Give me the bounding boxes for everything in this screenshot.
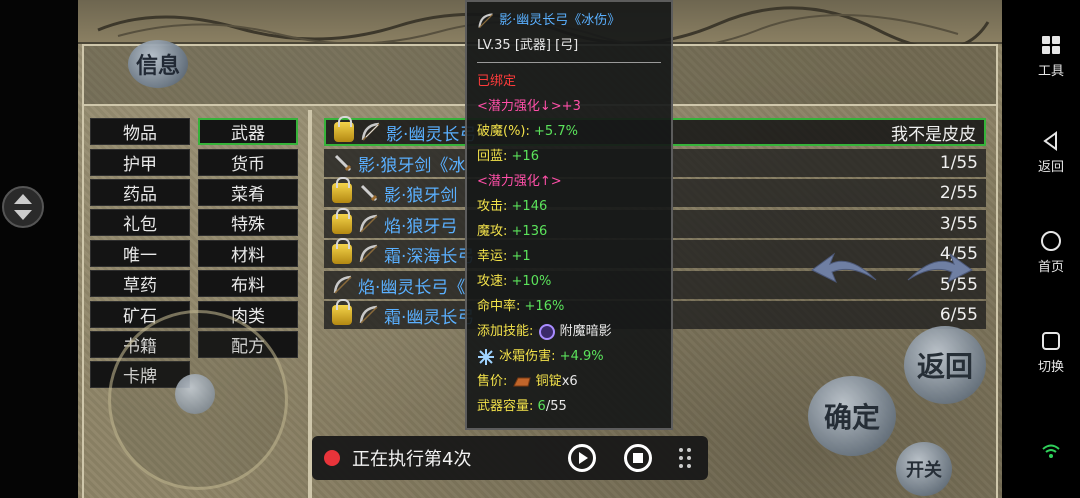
tooltip-level: LV.35 [武器] [弓]: [477, 38, 579, 53]
tooltip-bound: 已绑定: [477, 74, 517, 89]
system-nav-bar: 工具 返回 首页 切换: [1022, 0, 1080, 498]
tooltip-title-row: 影·幽灵长弓《冰伤》: [477, 8, 661, 33]
back-button[interactable]: 返回: [904, 326, 986, 404]
stat-added-skill: 添加技能: 附魔暗影: [477, 323, 612, 340]
toggle-button[interactable]: 开关: [896, 442, 952, 496]
recording-dot-icon: [324, 450, 340, 466]
stat-luck: 幸运: +1: [477, 249, 531, 264]
category-item[interactable]: 草药: [90, 270, 190, 297]
joystick-knob[interactable]: [175, 374, 215, 414]
tooltip-divider: [477, 62, 661, 63]
confirm-button[interactable]: 确定: [808, 376, 896, 456]
nav-home-button[interactable]: 首页: [1022, 230, 1080, 275]
category-item[interactable]: 货币: [198, 149, 298, 176]
play-icon: [579, 452, 588, 464]
item-name: 霜·幽灵长弓: [384, 307, 475, 328]
stop-icon: [633, 453, 643, 463]
shadow-enchant-icon: [538, 323, 555, 340]
next-page-arrow-icon[interactable]: [904, 250, 974, 290]
category-item[interactable]: 物品: [90, 118, 190, 145]
tooltip-potential-down: <潜力强化↓>+3: [477, 99, 581, 114]
lock-icon: [332, 208, 352, 234]
lock-icon: [332, 177, 352, 203]
macro-recorder-bar: 正在执行第4次: [312, 436, 708, 480]
back-label: 返回: [1037, 160, 1064, 175]
home-circle-icon: [1040, 230, 1062, 252]
tooltip-price: 售价: 铜锭x6: [477, 374, 578, 389]
stop-button[interactable]: [624, 444, 652, 472]
tooltip-potential-up: <潜力强化↑>: [477, 174, 562, 189]
tooltip-title: 影·幽灵长弓《冰伤》: [499, 13, 621, 28]
prev-page-arrow-icon[interactable]: [810, 250, 880, 290]
item-name: 焰·幽灵长弓《: [358, 277, 466, 298]
item-name: 焰·狼牙弓: [384, 216, 458, 237]
play-button[interactable]: [568, 444, 596, 472]
stat-hit-rate: 命中率: +16%: [477, 299, 565, 314]
tooltip-capacity: 武器容量: 6/55: [477, 399, 567, 414]
recent-square-icon: [1040, 330, 1062, 352]
stat-mana-regen: 回蓝: +16: [477, 149, 539, 164]
item-count: 3/55: [939, 214, 978, 234]
item-count: 1/55: [939, 153, 978, 173]
home-label: 首页: [1037, 260, 1064, 275]
item-count: 6/55: [939, 305, 978, 325]
copper-ingot-icon: [512, 377, 531, 386]
item-name: 影·狼牙剑《冰: [358, 155, 466, 176]
item-count: 我不是皮皮: [891, 124, 976, 145]
stat-frost-damage: 冰霜伤害: +4.9%: [477, 344, 661, 369]
snowflake-icon: [478, 348, 494, 365]
item-name: 影·狼牙剑: [384, 185, 458, 206]
stat-attack: 攻击: +146: [477, 199, 548, 214]
bow-icon: [361, 122, 380, 141]
wifi-status: [1022, 440, 1080, 466]
item-count: 2/55: [939, 183, 978, 203]
screen: 信息 物品 武器 护甲 货币 药品 菜肴 礼包 特殊 唯一 材料 草药 布料 矿…: [0, 0, 1080, 498]
info-button[interactable]: 信息: [128, 40, 188, 88]
stat-break-magic: 破魔(%): +5.7%: [477, 124, 578, 139]
item-tooltip: 影·幽灵长弓《冰伤》 LV.35 [武器] [弓] 已绑定 <潜力强化↓>+3 …: [465, 0, 673, 430]
up-down-icon: [14, 194, 32, 220]
lock-icon: [334, 116, 354, 142]
category-item[interactable]: 药品: [90, 179, 190, 206]
item-name: 霜·深海长弓: [384, 246, 475, 267]
category-item[interactable]: 菜肴: [198, 179, 298, 206]
bow-icon: [333, 275, 352, 294]
wifi-icon: [1040, 440, 1062, 462]
stat-attack-speed: 攻速: +10%: [477, 274, 552, 289]
tools-label: 工具: [1037, 64, 1064, 79]
item-name: 影·幽灵长弓: [386, 124, 477, 145]
tools-button[interactable]: 工具: [1022, 34, 1080, 79]
floating-scroll-handle[interactable]: [2, 186, 44, 228]
lock-icon: [332, 238, 352, 264]
category-item[interactable]: 护甲: [90, 149, 190, 176]
back-triangle-icon: [1040, 130, 1062, 152]
sword-icon: [360, 184, 378, 202]
category-item-selected[interactable]: 武器: [198, 118, 298, 145]
category-item[interactable]: 礼包: [90, 209, 190, 236]
category-item[interactable]: 特殊: [198, 209, 298, 236]
recorder-status: 正在执行第4次: [352, 449, 472, 470]
stat-magic-attack: 魔攻: +136: [477, 224, 548, 239]
category-item[interactable]: 材料: [198, 240, 298, 267]
bow-icon: [359, 214, 378, 233]
lock-icon: [332, 299, 352, 325]
left-strip: [0, 0, 78, 498]
grid-icon: [1040, 34, 1062, 56]
nav-switch-button[interactable]: 切换: [1022, 330, 1080, 375]
bow-icon: [359, 244, 378, 263]
drag-handle-icon[interactable]: [678, 446, 692, 470]
switch-label: 切换: [1037, 360, 1064, 375]
bow-icon: [478, 12, 493, 28]
nav-back-button[interactable]: 返回: [1022, 130, 1080, 175]
sword-icon: [334, 154, 352, 172]
bow-icon: [359, 305, 378, 324]
category-item[interactable]: 布料: [198, 270, 298, 297]
category-item[interactable]: 唯一: [90, 240, 190, 267]
